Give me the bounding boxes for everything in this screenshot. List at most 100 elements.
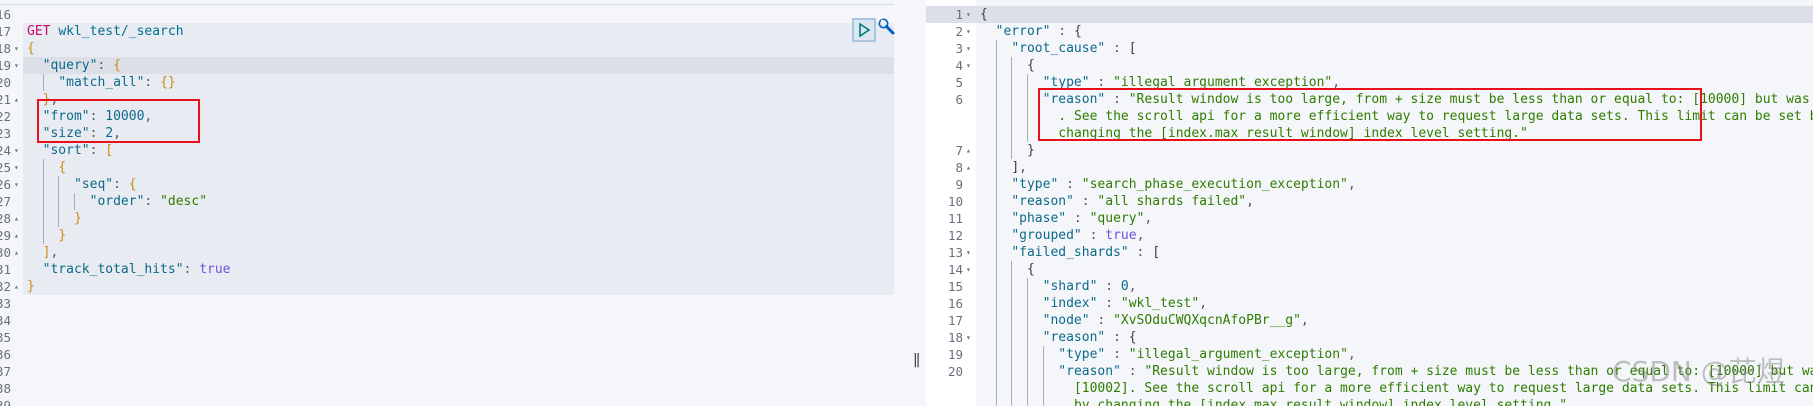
line-number: 24 (0, 143, 11, 158)
line-number: 28 (0, 211, 11, 226)
token-key: "match_all" (58, 75, 145, 90)
line-number: 13 (947, 245, 963, 260)
indent-guide (995, 295, 997, 312)
token-punctuation: : (1089, 313, 1114, 328)
line-number: 30 (0, 245, 11, 260)
fold-collapse-icon[interactable]: ▾ (14, 57, 19, 74)
token-punctuation: : (1105, 347, 1129, 362)
highlight-box-error-reason (1038, 88, 1702, 141)
fold-collapse-icon[interactable]: ▾ (966, 57, 971, 74)
fold-collapse-icon[interactable]: ▾ (14, 159, 19, 176)
token-string: "wkl_test" (1120, 296, 1200, 311)
token-bracket: { (128, 177, 137, 192)
indent-guide (995, 142, 997, 159)
token-punctuation: : (1097, 296, 1121, 311)
indent-guide (995, 278, 997, 295)
fold-collapse-icon[interactable]: ▾ (966, 23, 971, 40)
code-line: } (27, 278, 35, 295)
token-string: "all shards failed" (1097, 194, 1247, 209)
fold-collapse-icon[interactable]: ▾ (14, 142, 19, 159)
indent-guide (1026, 397, 1028, 406)
indent-guide (42, 193, 44, 210)
line-number: 2 (955, 24, 963, 39)
indent-guide (995, 397, 997, 406)
fold-expand-icon[interactable]: ▴ (14, 227, 19, 244)
token-string: by changing the [index.max_result_window… (1073, 398, 1568, 406)
line-number: 38 (0, 381, 11, 396)
line-number: 33 (0, 296, 11, 311)
token-key: "index" (1042, 296, 1098, 311)
line-number: 20 (0, 75, 11, 90)
indent-guide (1026, 363, 1028, 380)
token-key: "reason" (1058, 364, 1121, 379)
token-key: "query" (42, 58, 98, 73)
indent-guide (1011, 91, 1013, 108)
line-number: 1 (955, 7, 963, 22)
indent-guide (1026, 329, 1028, 346)
response-viewer: 1 ▾{2 ▾ "error" : {3 ▾ "root_cause" : [4 ▾{5 "t… (926, 0, 1813, 406)
request-settings-button[interactable] (877, 17, 897, 37)
token-bracket: [ (1128, 41, 1137, 56)
token-boolean: true (199, 262, 231, 277)
fold-expand-icon[interactable]: ▴ (14, 210, 19, 227)
fold-expand-icon[interactable]: ▴ (966, 159, 971, 176)
run-request-button[interactable] (852, 18, 876, 42)
fold-collapse-icon[interactable]: ▾ (966, 244, 971, 261)
panel-resize-handle[interactable]: || (913, 352, 921, 368)
code-line: { (58, 159, 66, 176)
indent-guide (1026, 278, 1028, 295)
code-line: } (1027, 142, 1035, 159)
line-number: 16 (0, 7, 11, 22)
indent-guide (1011, 142, 1013, 159)
indent-guide (58, 193, 60, 210)
indent-guide (1042, 380, 1044, 397)
token-string: "desc" (160, 194, 208, 209)
code-line: { (1027, 261, 1035, 278)
token-key: "type" (1058, 347, 1106, 362)
active-line-highlight (23, 57, 894, 74)
line-number: 26 (0, 177, 11, 192)
indent-guide (1011, 312, 1013, 329)
indent-guide (42, 159, 44, 176)
request-editor[interactable]: 1617GET wkl_test/_search18▾{19▾"query": … (0, 0, 894, 406)
fold-collapse-icon[interactable]: ▾ (14, 40, 19, 57)
indent-guide (995, 108, 997, 125)
code-line: "query": { (43, 57, 121, 74)
indent-guide (1011, 108, 1013, 125)
code-line: "reason" : { (1043, 329, 1137, 346)
fold-collapse-icon[interactable]: ▾ (966, 261, 971, 278)
token-key: "node" (1042, 313, 1090, 328)
code-line: { (27, 40, 35, 57)
fold-expand-icon[interactable]: ▴ (14, 91, 19, 108)
indent-guide (995, 244, 997, 261)
token-string: "search_phase_execution_exception" (1081, 177, 1348, 192)
token-key: "grouped" (1011, 228, 1082, 243)
fold-collapse-icon[interactable]: ▾ (14, 176, 19, 193)
line-number: 5 (955, 75, 963, 90)
fold-expand-icon[interactable]: ▴ (966, 142, 971, 159)
token-punctuation: , (1347, 347, 1356, 362)
token-bracket: } (27, 279, 35, 294)
code-line: "seq": { (74, 176, 137, 193)
indent-guide (1042, 397, 1044, 406)
fold-collapse-icon[interactable]: ▾ (966, 6, 971, 23)
indent-guide (995, 91, 997, 108)
token-bracket: { (113, 58, 121, 73)
token-key: "seq" (73, 177, 114, 192)
fold-collapse-icon[interactable]: ▾ (966, 40, 971, 57)
token-key: "track_total_hits" (42, 262, 184, 277)
fold-collapse-icon[interactable]: ▾ (966, 329, 971, 346)
fold-expand-icon[interactable]: ▴ (14, 244, 19, 261)
indent-guide (995, 312, 997, 329)
token-punctuation: : (1081, 228, 1106, 243)
token-key: "type" (1011, 177, 1059, 192)
code-line: "root_cause" : [ (1011, 40, 1136, 57)
indent-guide (1011, 74, 1013, 91)
indent-guide (995, 210, 997, 227)
line-number: 35 (0, 330, 11, 345)
indent-guide (1011, 57, 1013, 74)
indent-guide (1026, 74, 1028, 91)
indent-guide (1011, 261, 1013, 278)
fold-expand-icon[interactable]: ▴ (14, 278, 19, 295)
indent-guide (42, 74, 44, 91)
